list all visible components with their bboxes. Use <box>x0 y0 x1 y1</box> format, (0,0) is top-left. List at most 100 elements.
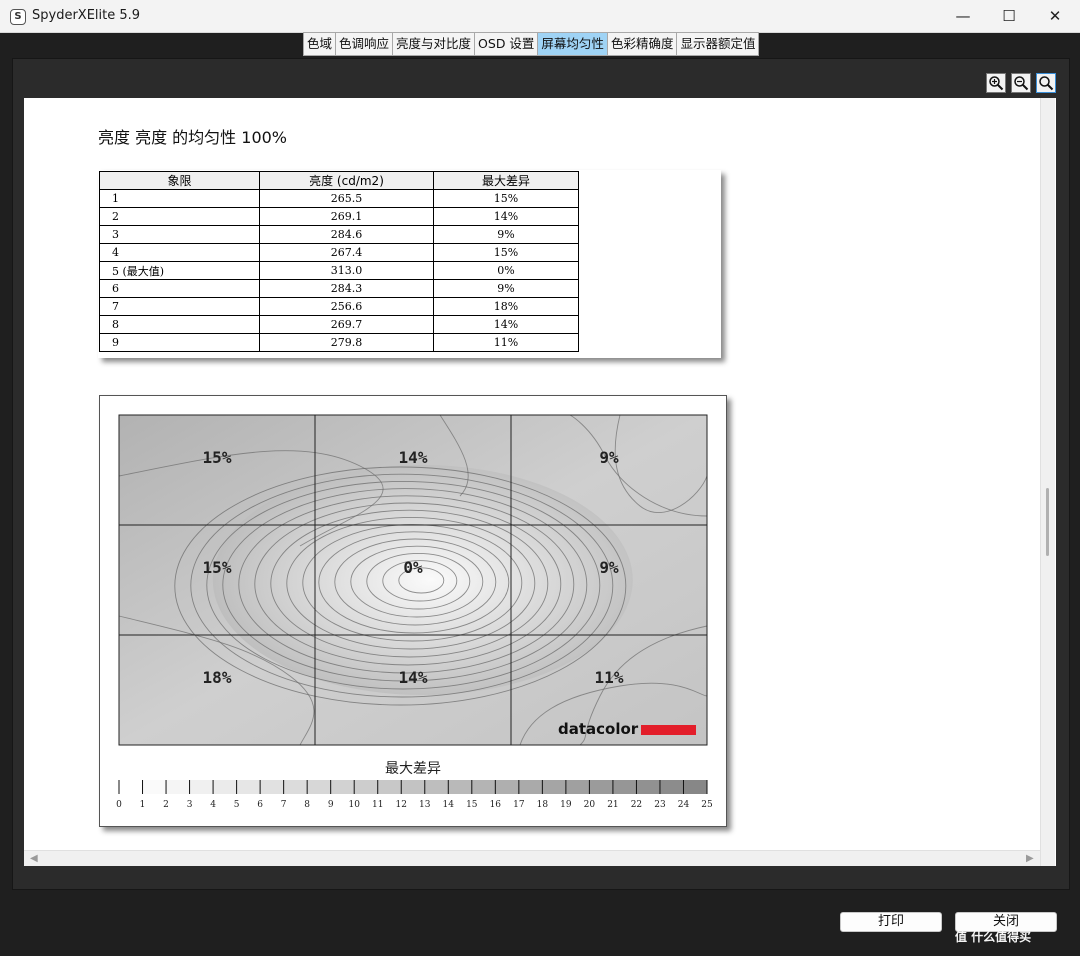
app-logo-icon: S <box>10 9 26 25</box>
scroll-right-icon[interactable]: ▶ <box>1026 853 1034 864</box>
legend-tick-label: 16 <box>490 800 502 810</box>
table-cell: 7 <box>99 297 260 316</box>
table-cell: 284.6 <box>259 225 434 244</box>
table-cell: 3 <box>99 225 260 244</box>
legend-swatch <box>260 780 284 794</box>
tab-3[interactable]: OSD 设置 <box>475 32 539 56</box>
legend-tick-label: 17 <box>513 800 525 810</box>
table-cell: 265.5 <box>259 189 434 208</box>
tab-6[interactable]: 显示器额定值 <box>677 32 760 56</box>
legend-tick-label: 5 <box>234 800 240 810</box>
legend-tick-label: 24 <box>678 800 690 810</box>
legend-swatch <box>401 780 425 794</box>
table-header-1: 亮度 (cd/m2) <box>259 171 434 190</box>
close-window-button[interactable]: ✕ <box>1032 0 1078 32</box>
table-row: 5 (最大值) 313.0 0% <box>99 261 579 280</box>
horizontal-scrollbar[interactable]: ◀ ▶ <box>24 850 1040 866</box>
legend-swatch <box>495 780 519 794</box>
legend-tick-label: 1 <box>140 800 146 810</box>
zoom-in-button[interactable] <box>986 73 1006 93</box>
datacolor-logo-bar <box>641 725 696 735</box>
table-cell: 15% <box>433 189 579 208</box>
tab-1[interactable]: 色调响应 <box>336 32 394 56</box>
legend-tick-label: 23 <box>654 800 666 810</box>
vertical-scroll-thumb[interactable] <box>1046 488 1049 556</box>
legend-tick-label: 12 <box>396 800 407 810</box>
tab-0[interactable]: 色域 <box>303 32 337 56</box>
table-cell: 5 (最大值) <box>99 261 260 280</box>
table-cell: 11% <box>433 333 579 352</box>
legend-swatch <box>589 780 613 794</box>
print-button[interactable]: 打印 <box>840 912 942 932</box>
table-cell: 2 <box>99 207 260 226</box>
legend-swatch <box>659 780 684 794</box>
legend-swatch <box>354 780 378 794</box>
tab-5[interactable]: 色彩精确度 <box>607 32 678 56</box>
legend-swatch <box>542 780 566 794</box>
legend-swatch <box>213 780 237 794</box>
table-cell: 9 <box>99 333 260 352</box>
tab-2[interactable]: 亮度与对比度 <box>393 32 476 56</box>
table-cell: 284.3 <box>259 279 434 298</box>
minimize-button[interactable]: — <box>940 0 986 32</box>
table-cell: 18% <box>433 297 579 316</box>
zoom-out-button[interactable] <box>1011 73 1031 93</box>
table-cell: 14% <box>433 207 579 226</box>
cell-label: 9% <box>599 448 619 467</box>
report-title: 亮度 亮度 的均匀性 100% <box>98 128 288 147</box>
legend-swatch <box>683 780 707 794</box>
uniformity-heatmap: 15% 14% 9% 15% 0% 9% 18% 14% 11% datacolor 最大差异 0… <box>116 414 713 810</box>
legend-tick-label: 9 <box>328 800 334 810</box>
legend-swatch <box>377 780 402 794</box>
tab-strip: 色域 色调响应 亮度与对比度 OSD 设置 屏幕均匀性 色彩精确度 显示器额定值 <box>303 32 760 56</box>
legend-tick-label: 22 <box>631 800 642 810</box>
legend-tick-label: 4 <box>210 800 216 810</box>
legend-swatch <box>565 780 590 794</box>
report-view[interactable]: 亮度 亮度 的均匀性 100% 象限 亮度 (cd/m2) 最大差异 1 265.5 1… <box>24 98 1056 866</box>
legend-swatch <box>636 780 660 794</box>
cell-label: 11% <box>595 668 624 687</box>
table-cell: 279.8 <box>259 333 434 352</box>
table-cell: 4 <box>99 243 260 262</box>
legend-swatch <box>142 780 167 794</box>
cell-label: 9% <box>599 558 619 577</box>
table-row: 3 284.6 9% <box>99 225 579 244</box>
legend-swatch <box>189 780 214 794</box>
legend-swatch <box>330 780 355 794</box>
datacolor-logo: datacolor <box>558 720 639 738</box>
table-cell: 313.0 <box>259 261 434 280</box>
vertical-scrollbar[interactable] <box>1040 98 1055 866</box>
zoom-in-icon <box>989 76 1004 91</box>
legend-tick-label: 19 <box>560 800 572 810</box>
table-cell: 9% <box>433 279 579 298</box>
table-header-2: 最大差异 <box>433 171 579 190</box>
cell-label: 14% <box>399 668 428 687</box>
zoom-fit-button[interactable] <box>1036 73 1056 93</box>
cell-label: 15% <box>203 558 232 577</box>
legend-tick-label: 25 <box>701 800 713 810</box>
table-row: 6 284.3 9% <box>99 279 579 298</box>
table-cell: 8 <box>99 315 260 334</box>
maximize-button[interactable]: ☐ <box>986 0 1032 32</box>
cell-label: 0% <box>403 558 423 577</box>
legend-tick-label: 0 <box>116 800 122 810</box>
legend-tick-label: 13 <box>419 800 431 810</box>
legend-swatch <box>424 780 449 794</box>
hotspot-glow <box>212 465 633 695</box>
legend-tick-label: 21 <box>607 800 618 810</box>
table-header-0: 象限 <box>99 171 260 190</box>
scroll-left-icon[interactable]: ◀ <box>30 853 38 864</box>
uniformity-chart-card: 15% 14% 9% 15% 0% 9% 18% 14% 11% datacolor 最大差异 0… <box>99 395 727 827</box>
legend-tick-label: 14 <box>443 800 455 810</box>
table-cell: 0% <box>433 261 579 280</box>
zoom-fit-icon <box>1039 76 1054 91</box>
legend-tick-label: 11 <box>372 800 383 810</box>
table-cell: 256.6 <box>259 297 434 316</box>
legend-swatch <box>518 780 543 794</box>
table-cell: 15% <box>433 243 579 262</box>
table-row: 8 269.7 14% <box>99 315 579 334</box>
tab-4[interactable]: 屏幕均匀性 <box>538 32 608 56</box>
zoom-out-icon <box>1014 76 1029 91</box>
table-row: 2 269.1 14% <box>99 207 579 226</box>
cell-label: 18% <box>203 668 232 687</box>
